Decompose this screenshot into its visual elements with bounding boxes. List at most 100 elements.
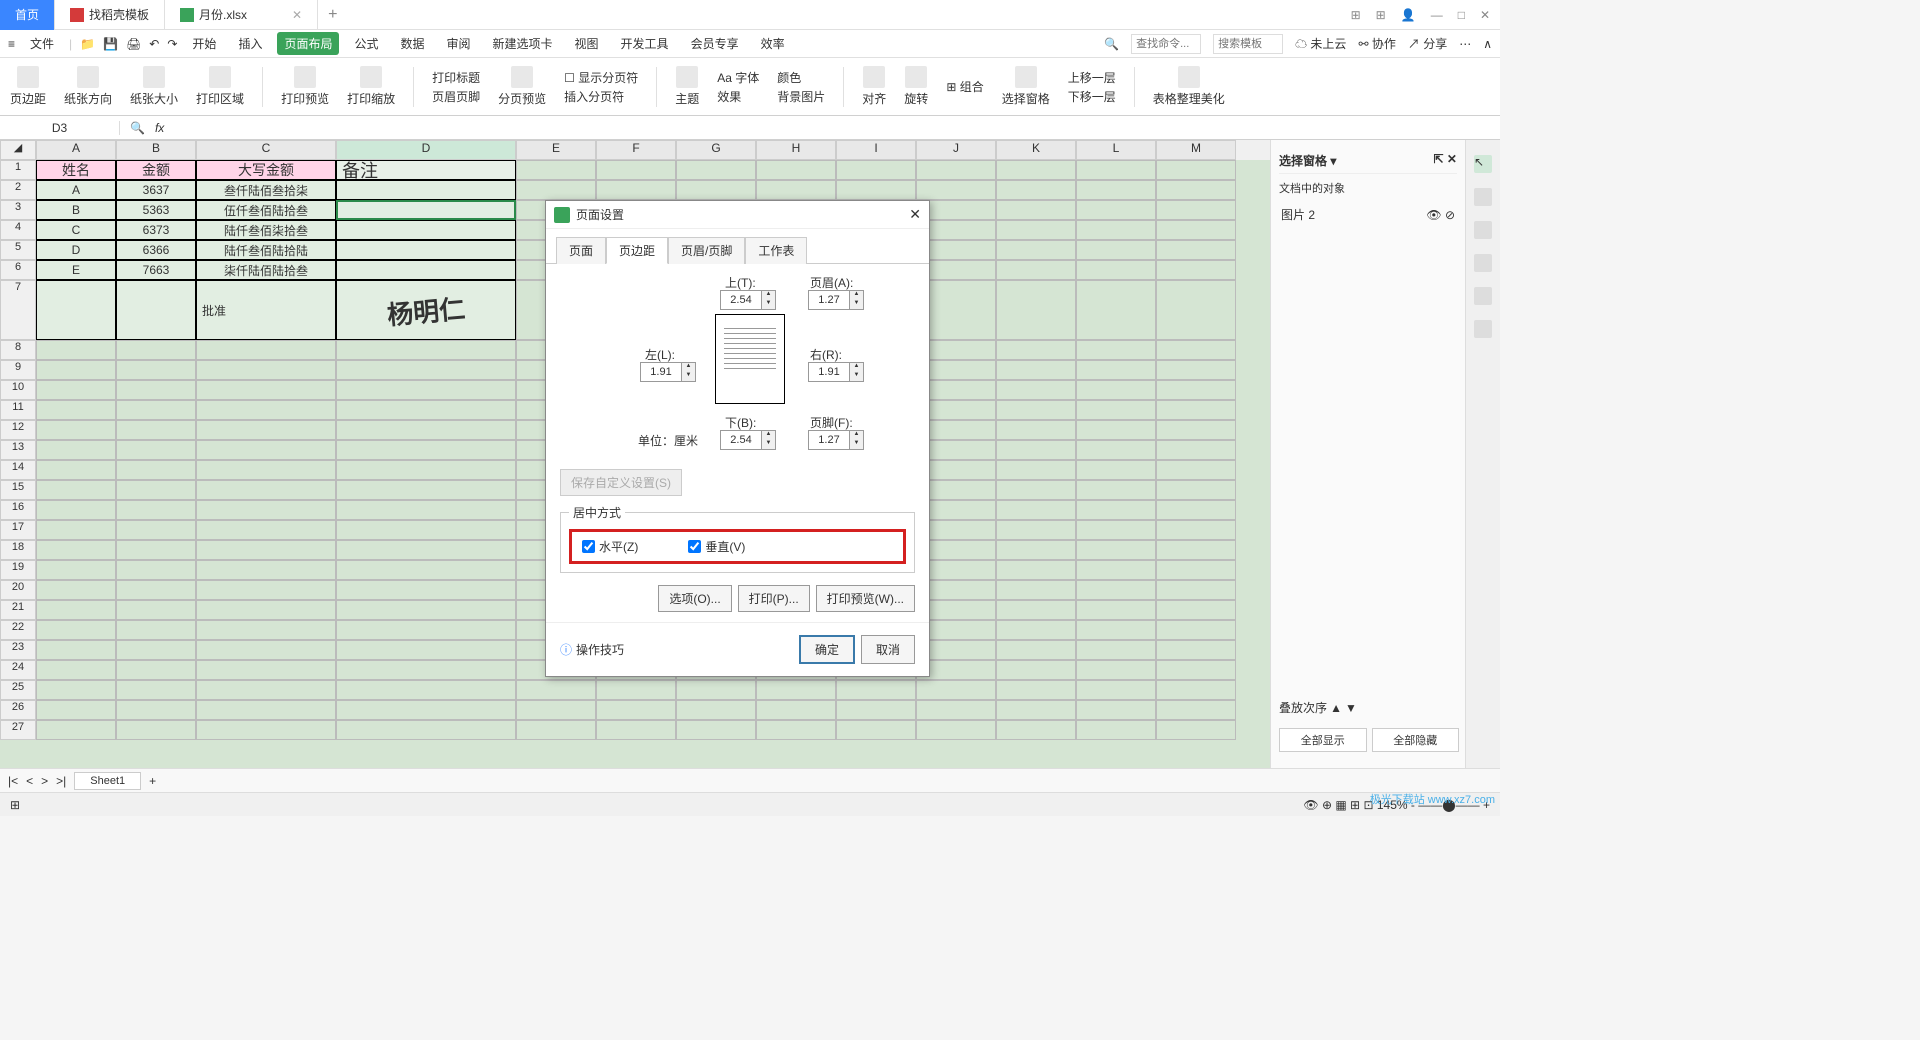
row-17[interactable]: 17 <box>0 520 36 540</box>
cell-C18[interactable] <box>196 540 336 560</box>
toolbar-redo-icon[interactable]: ↷ <box>167 37 177 51</box>
rib-bringfront[interactable]: 上移一层 <box>1068 69 1116 86</box>
cell-G2[interactable] <box>676 180 756 200</box>
footer-input[interactable]: ▲▼ <box>808 430 864 450</box>
cell-A22[interactable] <box>36 620 116 640</box>
cell-K8[interactable] <box>996 340 1076 360</box>
rbar-tool4-icon[interactable] <box>1474 287 1492 305</box>
cell-D23[interactable] <box>336 640 516 660</box>
col-I[interactable]: I <box>836 140 916 160</box>
cell-D14[interactable] <box>336 460 516 480</box>
cell-M6[interactable] <box>1156 260 1236 280</box>
col-A[interactable]: A <box>36 140 116 160</box>
cell-G25[interactable] <box>676 680 756 700</box>
rib-insertbreak[interactable]: 插入分页符 <box>564 88 638 105</box>
cell-C21[interactable] <box>196 600 336 620</box>
col-H[interactable]: H <box>756 140 836 160</box>
sheet-last-icon[interactable]: >| <box>56 774 66 788</box>
rib-sendback[interactable]: 下移一层 <box>1068 88 1116 105</box>
col-L[interactable]: L <box>1076 140 1156 160</box>
cell-M2[interactable] <box>1156 180 1236 200</box>
cell-D1[interactable]: 备注 <box>336 160 516 180</box>
menu-view[interactable]: 视图 <box>568 32 606 55</box>
cell-C4[interactable]: 陆仟叁佰柒拾叁 <box>196 220 336 240</box>
cell-B26[interactable] <box>116 700 196 720</box>
preview-button[interactable]: 打印预览(W)... <box>816 585 915 612</box>
row-5[interactable]: 5 <box>0 240 36 260</box>
cell-M17[interactable] <box>1156 520 1236 540</box>
cell-H2[interactable] <box>756 180 836 200</box>
cell-A2[interactable]: A <box>36 180 116 200</box>
cell-G27[interactable] <box>676 720 756 740</box>
cell-H27[interactable] <box>756 720 836 740</box>
cell-B18[interactable] <box>116 540 196 560</box>
cell-L20[interactable] <box>1076 580 1156 600</box>
cell-L12[interactable] <box>1076 420 1156 440</box>
rib-showbreaks[interactable]: ☐ 显示分页符 <box>564 69 638 86</box>
cell-A21[interactable] <box>36 600 116 620</box>
cell-C23[interactable] <box>196 640 336 660</box>
rib-selectpane[interactable]: 选择窗格 <box>1002 66 1050 107</box>
dlgtab-sheet[interactable]: 工作表 <box>745 237 807 264</box>
cell-D25[interactable] <box>336 680 516 700</box>
row-6[interactable]: 6 <box>0 260 36 280</box>
toolbar-undo-icon[interactable]: ↶ <box>149 37 159 51</box>
cell-J2[interactable] <box>916 180 996 200</box>
toolbar-print-icon[interactable]: 🖨 <box>126 37 141 51</box>
cell-B12[interactable] <box>116 420 196 440</box>
cell-K5[interactable] <box>996 240 1076 260</box>
cell-D10[interactable] <box>336 380 516 400</box>
cell-E25[interactable] <box>516 680 596 700</box>
cell-reference[interactable]: D3 <box>0 121 120 135</box>
cell-J25[interactable] <box>916 680 996 700</box>
cell-D20[interactable] <box>336 580 516 600</box>
row-7[interactable]: 7 <box>0 280 36 340</box>
print-button[interactable]: 打印(P)... <box>738 585 810 612</box>
options-button[interactable]: 选项(O)... <box>658 585 731 612</box>
cell-C9[interactable] <box>196 360 336 380</box>
cell-B17[interactable] <box>116 520 196 540</box>
cell-A17[interactable] <box>36 520 116 540</box>
minimize-icon[interactable]: — <box>1431 8 1443 22</box>
rib-color[interactable]: 颜色 <box>777 69 825 86</box>
right-input[interactable]: ▲▼ <box>808 362 864 382</box>
cell-D19[interactable] <box>336 560 516 580</box>
row-23[interactable]: 23 <box>0 640 36 660</box>
cell-C3[interactable]: 伍仟叁佰陆拾叁 <box>196 200 336 220</box>
row-1[interactable]: 1 <box>0 160 36 180</box>
maximize-icon[interactable]: □ <box>1458 8 1465 22</box>
cell-C14[interactable] <box>196 460 336 480</box>
cell-A27[interactable] <box>36 720 116 740</box>
cell-B21[interactable] <box>116 600 196 620</box>
cell-H26[interactable] <box>756 700 836 720</box>
cell-C24[interactable] <box>196 660 336 680</box>
layout-icon[interactable]: ⊞ <box>1351 8 1361 22</box>
rib-align[interactable]: 对齐 <box>862 66 886 107</box>
row-20[interactable]: 20 <box>0 580 36 600</box>
cell-A23[interactable] <box>36 640 116 660</box>
cell-E26[interactable] <box>516 700 596 720</box>
cell-K16[interactable] <box>996 500 1076 520</box>
cell-M3[interactable] <box>1156 200 1236 220</box>
horizontal-checkbox[interactable]: 水平(Z) <box>582 538 638 555</box>
cell-J26[interactable] <box>916 700 996 720</box>
cell-L15[interactable] <box>1076 480 1156 500</box>
row-26[interactable]: 26 <box>0 700 36 720</box>
show-all-button[interactable]: 全部显示 <box>1279 728 1367 752</box>
cell-L6[interactable] <box>1076 260 1156 280</box>
cell-A9[interactable] <box>36 360 116 380</box>
cell-C27[interactable] <box>196 720 336 740</box>
cell-B9[interactable] <box>116 360 196 380</box>
cell-L25[interactable] <box>1076 680 1156 700</box>
tab-template[interactable]: 找稻壳模板 <box>55 0 165 30</box>
row-10[interactable]: 10 <box>0 380 36 400</box>
cell-K19[interactable] <box>996 560 1076 580</box>
rib-headerfooter[interactable]: 页眉页脚 <box>432 88 480 105</box>
row-4[interactable]: 4 <box>0 220 36 240</box>
cell-F27[interactable] <box>596 720 676 740</box>
cell-L9[interactable] <box>1076 360 1156 380</box>
menu-newtab[interactable]: 新建选项卡 <box>486 32 560 55</box>
cell-D13[interactable] <box>336 440 516 460</box>
row-16[interactable]: 16 <box>0 500 36 520</box>
cell-M7[interactable] <box>1156 280 1236 340</box>
